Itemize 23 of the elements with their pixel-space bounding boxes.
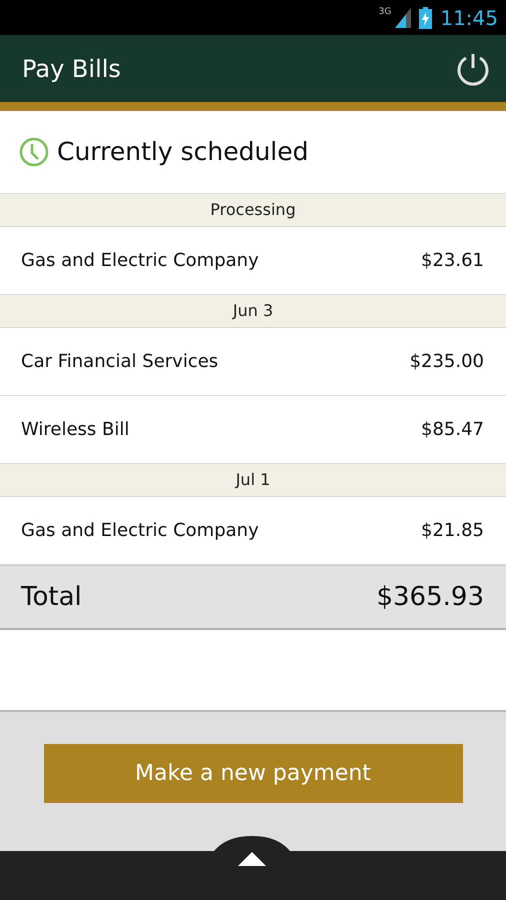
section-heading: Currently scheduled [57,136,308,168]
payment-amount: $85.47 [421,418,484,442]
payment-row[interactable]: Car Financial Services $235.00 [0,328,506,396]
signal-icon [395,8,412,28]
status-time: 11:45 [440,4,498,32]
date-header: Processing [0,194,506,227]
payment-amount: $21.85 [421,519,484,543]
date-header: Jul 1 [0,464,506,497]
payment-amount: $23.61 [421,249,484,273]
payee-name: Gas and Electric Company [21,249,259,273]
total-amount: $365.93 [376,580,484,614]
new-payment-button[interactable]: Make a new payment [44,744,462,803]
network-type: 3G [378,6,392,19]
power-icon[interactable] [456,52,490,86]
payee-name: Car Financial Services [21,350,218,374]
payee-name: Gas and Electric Company [21,519,259,543]
battery-icon [419,6,432,28]
total-label: Total [21,580,82,614]
payment-amount: $235.00 [410,350,484,374]
payee-name: Wireless Bill [21,418,130,442]
clock-icon [19,137,49,167]
date-header: Jun 3 [0,295,506,328]
app-title: Pay Bills [22,54,121,84]
